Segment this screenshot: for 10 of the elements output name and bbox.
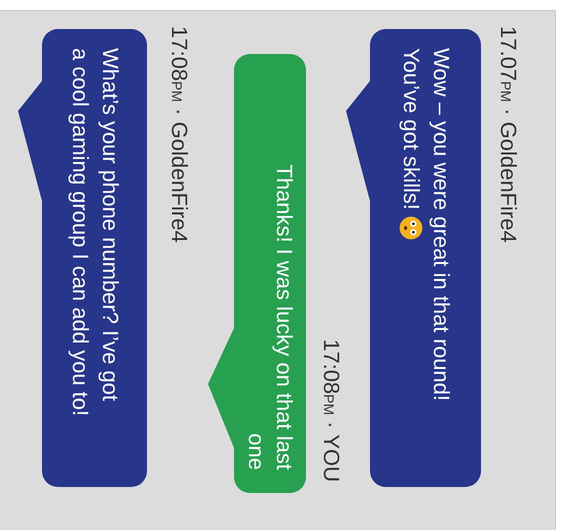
message-meta: 17:08PM · GoldenFire4 <box>166 26 192 245</box>
message-text: What’s your phone number? I’ve got <box>97 48 124 402</box>
flushed-face-icon <box>399 216 423 240</box>
message-text: a cool gaming group I can add you to! <box>67 48 94 416</box>
message-text: Wow – you were great in that round! <box>428 48 455 402</box>
message-text: Thanks! I was lucky on that last <box>271 164 298 470</box>
message-text: You’ve got skills! <box>398 48 425 210</box>
message-text: one <box>243 433 270 470</box>
message-meta: 17.07PM · GoldenFire4 <box>495 26 521 245</box>
message-meta: 17:08PM · YOU <box>318 339 344 482</box>
